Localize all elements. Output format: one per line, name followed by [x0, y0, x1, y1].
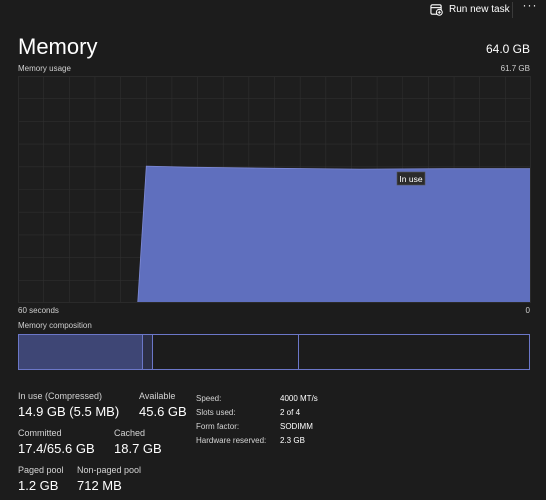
x-axis-start-label: 60 seconds	[18, 306, 59, 315]
spec-key: Hardware reserved:	[196, 435, 267, 445]
stat-cached: Cached 18.7 GB	[114, 428, 162, 456]
spec-value: 4000 MT/s	[280, 393, 318, 403]
composition-standby-segment[interactable]	[153, 335, 299, 369]
paged-pool-value: 1.2 GB	[18, 478, 59, 493]
tooltip-text: In use	[399, 174, 422, 184]
stat-in-use: In use (Compressed) 14.9 GB (5.5 MB)	[18, 391, 119, 419]
command-bar: Run new task ···	[0, 0, 546, 18]
available-value: 45.6 GB	[139, 404, 187, 419]
spec-value: SODIMM	[280, 421, 313, 431]
total-memory: 64.0 GB	[485, 42, 530, 56]
chart-tooltip: In use	[396, 171, 426, 186]
spec-row: Speed: 4000 MT/s	[196, 391, 318, 405]
memory-usage-chart: In use	[18, 76, 531, 303]
cached-value: 18.7 GB	[114, 441, 162, 456]
cached-label: Cached	[114, 428, 146, 438]
memory-composition-bar	[18, 334, 530, 370]
spec-key: Form factor:	[196, 421, 240, 431]
committed-label: Committed	[18, 428, 62, 438]
run-new-task-button[interactable]: Run new task	[430, 1, 510, 17]
composition-modified-segment[interactable]	[143, 335, 153, 369]
more-options-button[interactable]: ···	[520, 0, 540, 16]
spec-key: Speed:	[196, 393, 222, 403]
page-title: Memory	[18, 34, 98, 59]
stat-paged-pool: Paged pool 1.2 GB	[18, 465, 64, 493]
spec-key: Slots used:	[196, 407, 236, 417]
committed-value: 17.4/65.6 GB	[18, 441, 95, 456]
paged-pool-label: Paged pool	[18, 465, 64, 475]
x-axis-end-label: 0	[525, 306, 530, 315]
spec-row: Hardware reserved: 2.3 GB	[196, 433, 318, 447]
composition-in-use-segment[interactable]	[19, 335, 143, 369]
in-use-value: 14.9 GB (5.5 MB)	[18, 404, 120, 419]
spec-row: Form factor: SODIMM	[196, 419, 318, 433]
stat-non-paged-pool: Non-paged pool 712 MB	[77, 465, 141, 493]
available-label: Available	[139, 391, 176, 401]
non-paged-pool-value: 712 MB	[77, 478, 122, 493]
in-use-label: In use (Compressed)	[18, 391, 103, 401]
spec-value: 2 of 4	[280, 407, 301, 417]
stat-available: Available 45.6 GB	[139, 391, 187, 419]
toolbar-divider	[512, 2, 513, 18]
run-new-task-label: Run new task	[449, 3, 510, 15]
composition-free-segment[interactable]	[299, 335, 529, 369]
composition-label: Memory composition	[18, 321, 92, 330]
spec-value: 2.3 GB	[280, 435, 305, 445]
spec-row: Slots used: 2 of 4	[196, 405, 318, 419]
chart-max-value: 61.7 GB	[500, 64, 530, 73]
chart-label: Memory usage	[18, 64, 71, 73]
stat-committed: Committed 17.4/65.6 GB	[18, 428, 95, 456]
non-paged-pool-label: Non-paged pool	[77, 465, 142, 475]
run-task-icon	[430, 3, 443, 16]
memory-specs: Speed: 4000 MT/s Slots used: 2 of 4 Form…	[196, 391, 318, 447]
